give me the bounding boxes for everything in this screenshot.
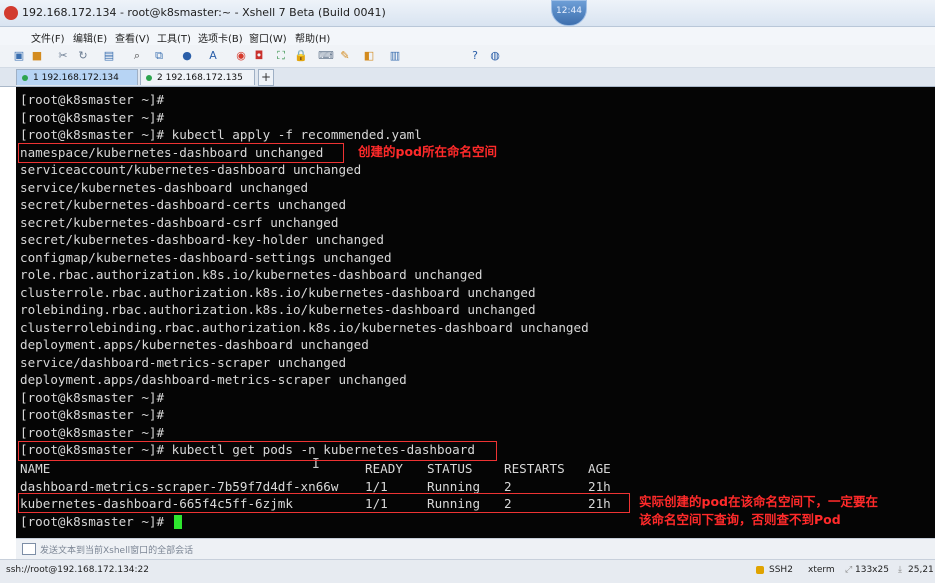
terminal-prompt: [root@k8smaster ~]# bbox=[20, 514, 165, 529]
menu-bar: 文件(F) 编辑(E) 查看(V) 工具(T) 选项卡(B) 窗口(W) 帮助(… bbox=[0, 27, 935, 45]
terminal-line: [root@k8smaster ~]# bbox=[20, 407, 165, 422]
terminal-line: [root@k8smaster ~]# bbox=[20, 424, 165, 440]
terminal-line: clusterrolebinding.rbac.authorization.k8… bbox=[20, 319, 589, 335]
compose-icon[interactable] bbox=[22, 543, 36, 555]
toolbar: ▣ ■ ✂ ↻ ▤ ⌕ ⧉ ● A ◉ ◘ ⛶ 🔒 ⌨ ✎ ◧ ▥ ? ◍ bbox=[0, 45, 935, 68]
pods-header-ready: READY bbox=[365, 461, 403, 476]
disconnect-icon[interactable]: ✂ bbox=[56, 49, 70, 63]
help-icon[interactable]: ? bbox=[468, 49, 482, 63]
pod-annotation-line1: 实际创建的pod在该命名空间下，一定要在 bbox=[639, 494, 878, 509]
namespace-highlight-box bbox=[18, 143, 344, 163]
title-bar: 192.168.172.134 - root@k8smaster:~ - Xsh… bbox=[0, 0, 935, 27]
terminal-line: secret/kubernetes-dashboard-key-holder u… bbox=[20, 232, 384, 247]
connected-status-icon bbox=[146, 75, 152, 81]
globe-icon[interactable]: ● bbox=[180, 49, 194, 63]
window-title: 192.168.172.134 - root@k8smaster:~ - Xsh… bbox=[22, 6, 386, 19]
compose-icon[interactable]: ◧ bbox=[362, 49, 376, 63]
connection-address: ssh://root@192.168.172.134:22 bbox=[6, 565, 150, 575]
terminal-line: [root@k8smaster ~]# bbox=[20, 389, 165, 405]
terminal-cursor bbox=[174, 515, 182, 529]
open-folder-icon[interactable]: ■ bbox=[30, 49, 44, 63]
pods-header-age: AGE bbox=[588, 461, 611, 476]
terminal-line: rolebinding.rbac.authorization.k8s.io/ku… bbox=[20, 302, 536, 317]
terminal-line: role.rbac.authorization.k8s.io/kubernete… bbox=[20, 267, 483, 282]
terminal-line: service/kubernetes-dashboard unchanged bbox=[20, 179, 309, 195]
menu-tabs[interactable]: 选项卡(B) bbox=[198, 30, 243, 45]
font-icon[interactable]: A bbox=[206, 49, 220, 63]
terminal-line: [root@k8smaster ~]# bbox=[20, 109, 165, 125]
layout-icon[interactable]: ▥ bbox=[388, 49, 402, 63]
ssh-lock-icon bbox=[756, 566, 764, 574]
menu-view[interactable]: 查看(V) bbox=[115, 30, 150, 45]
keyboard-icon[interactable]: ⌨ bbox=[318, 49, 334, 63]
menu-help[interactable]: 帮助(H) bbox=[295, 30, 330, 45]
info-icon[interactable]: ◍ bbox=[488, 49, 502, 63]
tab-session-1[interactable]: 1 192.168.172.134 bbox=[16, 69, 138, 85]
terminal-line: clusterrole.rbac.authorization.k8s.io/ku… bbox=[20, 284, 536, 300]
script-icon[interactable]: ◘ bbox=[252, 49, 266, 63]
reconnect-icon[interactable]: ↻ bbox=[76, 49, 90, 63]
menu-tools[interactable]: 工具(T) bbox=[157, 30, 191, 45]
protocol-label: SSH2 bbox=[769, 565, 793, 575]
compose-placeholder: 发送文本到当前Xshell窗口的全部会话 bbox=[40, 546, 194, 556]
terminal-line: configmap/kubernetes-dashboard-settings … bbox=[20, 249, 392, 265]
terminal-area[interactable]: [root@k8smaster ~]# [root@k8smaster ~]# … bbox=[16, 87, 935, 538]
pods-header-restarts: RESTARTS bbox=[504, 461, 565, 476]
xshell-app-icon bbox=[4, 6, 18, 20]
terminal-line: secret/kubernetes-dashboard-csrf unchang… bbox=[20, 214, 339, 230]
menu-file[interactable]: 文件(F) bbox=[31, 30, 65, 45]
cursor-position: 25,21 bbox=[908, 565, 934, 575]
find-icon[interactable]: ⌕ bbox=[130, 49, 144, 63]
terminal-size: 133x25 bbox=[855, 565, 889, 575]
lock-icon[interactable]: 🔒 bbox=[294, 49, 308, 63]
status-bar: ssh://root@192.168.172.134:22 SSH2 xterm… bbox=[0, 559, 935, 583]
terminal-line: service/dashboard-metrics-scraper unchan… bbox=[20, 354, 347, 370]
clock-widget: 12:44 bbox=[551, 0, 587, 26]
terminal-line: [root@k8smaster ~]# kubectl apply -f rec… bbox=[20, 127, 422, 142]
pods-header-name: NAME bbox=[20, 461, 51, 476]
menu-edit[interactable]: 编辑(E) bbox=[73, 30, 107, 45]
tab-label: 2 192.168.172.135 bbox=[157, 73, 243, 83]
terminal-line: deployment.apps/kubernetes-dashboard unc… bbox=[20, 337, 369, 352]
pod-highlight-box bbox=[18, 493, 630, 513]
new-session-icon[interactable]: ▣ bbox=[12, 49, 26, 63]
terminal-type: xterm bbox=[808, 565, 835, 575]
pods-header-status: STATUS bbox=[427, 461, 473, 476]
position-icon: ⤓ bbox=[898, 565, 902, 575]
menu-window[interactable]: 窗口(W) bbox=[249, 30, 287, 45]
session-tab-strip: 1 192.168.172.134 2 192.168.172.135 + bbox=[0, 68, 935, 87]
tab-label: 1 192.168.172.134 bbox=[33, 73, 119, 83]
terminal-line: serviceaccount/kubernetes-dashboard unch… bbox=[20, 162, 362, 177]
size-icon: ⤢ bbox=[845, 565, 853, 575]
compose-bar[interactable]: 发送文本到当前Xshell窗口的全部会话 bbox=[16, 538, 935, 559]
connected-status-icon bbox=[22, 75, 28, 81]
fullscreen-icon[interactable]: ⛶ bbox=[274, 49, 288, 63]
terminal-line: [root@k8smaster ~]# bbox=[20, 92, 165, 107]
xftp-icon[interactable]: ◉ bbox=[234, 49, 248, 63]
command-highlight-box bbox=[18, 441, 497, 461]
terminal-line: secret/kubernetes-dashboard-certs unchan… bbox=[20, 197, 347, 212]
add-tab-button[interactable]: + bbox=[258, 69, 274, 86]
highlight-icon[interactable]: ✎ bbox=[338, 49, 352, 63]
namespace-annotation: 创建的pod所在命名空间 bbox=[358, 144, 497, 159]
properties-icon[interactable]: ▤ bbox=[102, 49, 116, 63]
pod-annotation-line2: 该命名空间下查询，否则查不到Pod bbox=[639, 512, 841, 527]
copy-icon[interactable]: ⧉ bbox=[152, 49, 166, 63]
terminal-line: deployment.apps/dashboard-metrics-scrape… bbox=[20, 372, 407, 387]
tab-session-2[interactable]: 2 192.168.172.135 bbox=[140, 69, 255, 85]
